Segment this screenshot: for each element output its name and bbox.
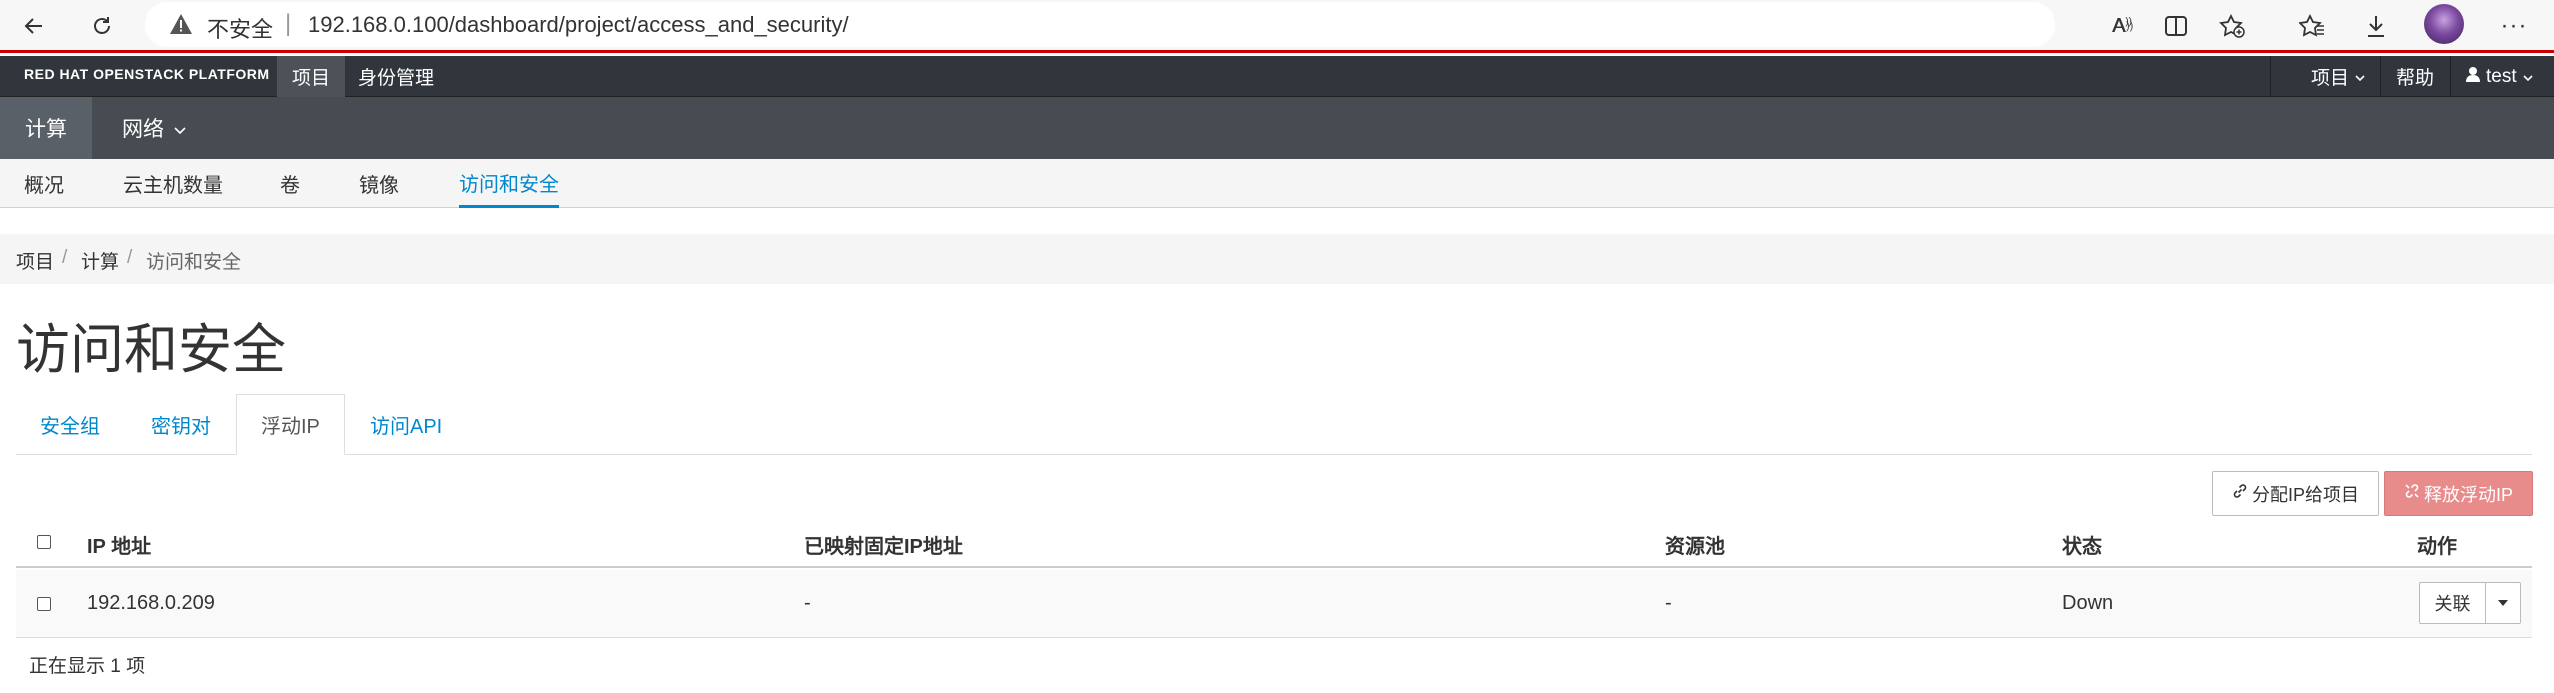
insecure-label[interactable]: 不安全	[207, 12, 273, 44]
nav-identity[interactable]: 身份管理	[343, 56, 449, 97]
tab-api-access-label: 访问API	[370, 416, 443, 438]
read-aloud-icon[interactable]: A))	[2102, 6, 2142, 46]
breadcrumb-separator: /	[62, 247, 68, 268]
nav-images-label: 镜像	[359, 175, 399, 197]
nav-identity-label: 身份管理	[358, 68, 435, 89]
cell-ip-address: 192.168.0.209	[87, 592, 215, 614]
table-header: IP 地址 已映射固定IP地址 资源池 状态 动作	[16, 516, 2532, 568]
nav-project-label: 项目	[292, 68, 331, 89]
nav-instances[interactable]: 云主机数量	[123, 159, 223, 208]
associate-label: 关联	[2434, 594, 2471, 614]
cell-status: Down	[2062, 592, 2114, 614]
nav-user-dropdown[interactable]: test	[2451, 56, 2548, 97]
tab-floating-ips[interactable]: 浮动IP	[236, 394, 345, 455]
table-row: 192.168.0.209 - - Down 关联	[16, 570, 2532, 638]
nav-network[interactable]: 网络	[97, 97, 211, 159]
select-all-checkbox[interactable]	[37, 535, 51, 549]
secondary-navbar: 计算 网络	[0, 97, 2554, 159]
breadcrumb-current: 访问和安全	[146, 252, 242, 273]
allocate-ip-label: 分配IP给项目	[2251, 484, 2359, 505]
top-navbar: RED HAT OPENSTACK PLATFORM 项目 身份管理 项目 帮助…	[0, 56, 2554, 97]
split-screen-icon[interactable]	[2156, 6, 2196, 46]
tab-floating-ips-label: 浮动IP	[261, 416, 320, 438]
cell-fixed-ip: -	[804, 592, 811, 614]
more-icon[interactable]: ···	[2494, 6, 2534, 46]
nav-project[interactable]: 项目	[277, 56, 346, 97]
chevron-down-icon	[174, 116, 186, 140]
download-icon[interactable]	[2356, 6, 2396, 46]
nav-instances-label: 云主机数量	[123, 175, 223, 197]
release-ip-button[interactable]: 释放浮动IP	[2384, 471, 2533, 516]
breadcrumb: 项目 / 计算 / 访问和安全	[0, 234, 2554, 284]
release-ip-label: 释放浮动IP	[2423, 484, 2513, 505]
nav-volumes-label: 卷	[280, 175, 300, 197]
nav-project-dropdown[interactable]: 项目	[2296, 56, 2380, 97]
nav-images[interactable]: 镜像	[359, 159, 399, 208]
unlink-icon	[2404, 483, 2420, 504]
column-ip-address[interactable]: IP 地址	[87, 530, 151, 559]
breadcrumb-project[interactable]: 项目	[16, 247, 54, 274]
add-favorite-icon[interactable]	[2212, 6, 2252, 46]
column-actions: 动作	[2417, 536, 2457, 558]
user-icon	[2466, 66, 2480, 88]
nav-project-dropdown-label: 项目	[2311, 68, 2350, 89]
brand-logo[interactable]: RED HAT OPENSTACK PLATFORM	[24, 66, 270, 82]
tab-key-pairs-label: 密钥对	[151, 416, 211, 438]
nav-overview[interactable]: 概况	[24, 159, 64, 208]
cell-pool: -	[1665, 592, 1672, 614]
nav-compute[interactable]: 计算	[0, 97, 92, 159]
row-actions-dropdown[interactable]	[2485, 582, 2521, 624]
refresh-icon[interactable]	[82, 6, 122, 46]
row-checkbox[interactable]	[37, 597, 51, 611]
allocate-ip-button[interactable]: 分配IP给项目	[2212, 471, 2379, 516]
page-title: 访问和安全	[16, 320, 286, 380]
profile-avatar[interactable]	[2424, 4, 2464, 44]
nav-help[interactable]: 帮助	[2381, 56, 2449, 97]
item-count: 正在显示 1 项	[29, 656, 146, 677]
tab-key-pairs[interactable]: 密钥对	[127, 394, 235, 455]
breadcrumb-separator: /	[127, 247, 133, 268]
nav-help-label: 帮助	[2396, 68, 2435, 89]
url-separator: |	[285, 10, 292, 37]
favorites-icon[interactable]	[2292, 6, 2332, 46]
tertiary-navbar: 概况 云主机数量 卷 镜像 访问和安全	[0, 159, 2554, 208]
nav-user-label: test	[2486, 65, 2517, 87]
nav-volumes[interactable]: 卷	[280, 159, 300, 208]
associate-button[interactable]: 关联	[2419, 582, 2486, 624]
column-fixed-ip[interactable]: 已映射固定IP地址	[804, 530, 963, 559]
link-icon	[2232, 483, 2248, 504]
address-bar[interactable]: 不安全 | 192.168.0.100/dashboard/project/ac…	[145, 2, 2133, 47]
nav-compute-label: 计算	[25, 118, 67, 141]
chevron-down-icon	[2355, 66, 2365, 88]
caret-down-icon	[2497, 594, 2509, 612]
column-status[interactable]: 状态	[2062, 530, 2102, 559]
breadcrumb-compute[interactable]: 计算	[81, 247, 119, 274]
tab-security-groups-label: 安全组	[40, 416, 100, 438]
nav-access-security[interactable]: 访问和安全	[459, 159, 559, 208]
chevron-down-icon	[2523, 66, 2533, 88]
tab-api-access[interactable]: 访问API	[346, 394, 466, 455]
divider	[2270, 56, 2271, 97]
nav-access-security-label: 访问和安全	[459, 173, 559, 196]
tab-security-groups[interactable]: 安全组	[16, 394, 124, 455]
nav-overview-label: 概况	[24, 175, 64, 197]
back-icon[interactable]	[14, 6, 54, 46]
url-text[interactable]: 192.168.0.100/dashboard/project/access_a…	[308, 12, 849, 38]
nav-network-label: 网络	[122, 118, 164, 141]
column-pool[interactable]: 资源池	[1665, 530, 1725, 559]
warning-icon[interactable]	[169, 13, 193, 40]
browser-toolbar: 不安全 | 192.168.0.100/dashboard/project/ac…	[0, 0, 2554, 53]
